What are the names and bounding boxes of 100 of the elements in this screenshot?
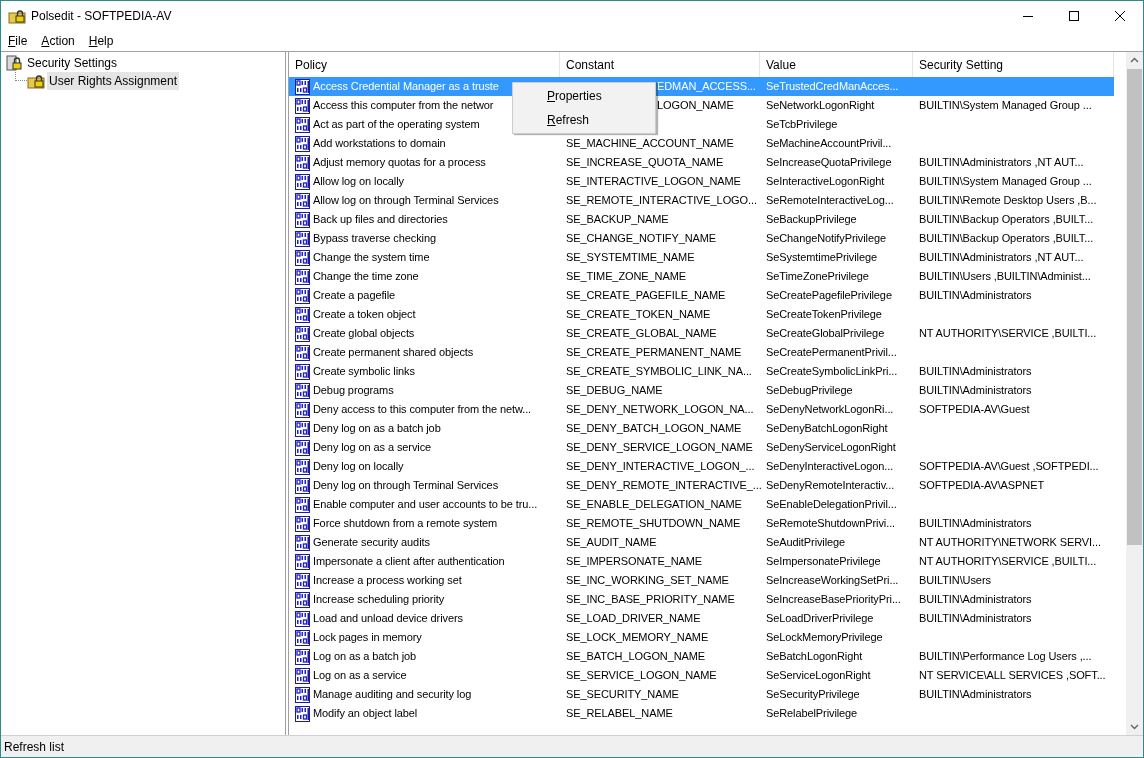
security-setting: BUILTIN\Administrators ,NT AUT...: [919, 156, 1084, 169]
policy-icon: [295, 382, 311, 399]
policy-name[interactable]: Create symbolic links: [313, 363, 415, 380]
security-setting: SOFTPEDIA-AV\Guest: [919, 403, 1030, 416]
policy-name[interactable]: Allow log on through Terminal Services: [313, 192, 499, 209]
privilege-value: SeIncreaseWorkingSetPri...: [766, 574, 899, 587]
privilege-value: SeIncreaseQuotaPrivilege: [766, 156, 892, 169]
constant-name: SE_INTERACTIVE_LOGON_NAME: [566, 175, 741, 188]
policy-name[interactable]: Access this computer from the networ: [313, 97, 494, 114]
security-setting: BUILTIN\Administrators: [919, 517, 1032, 530]
policy-name[interactable]: Log on as a service: [313, 667, 407, 684]
privilege-value: SeDenyBatchLogonRight: [766, 422, 888, 435]
policy-name[interactable]: Create a token object: [313, 306, 416, 323]
security-setting: NT SERVICE\ALL SERVICES ,SOFT...: [919, 669, 1106, 682]
policy-icon: [295, 477, 311, 494]
policy-icon: [295, 135, 311, 152]
privilege-value: SeChangeNotifyPrivilege: [766, 232, 886, 245]
privilege-value: SeDebugPrivilege: [766, 384, 853, 397]
policy-name[interactable]: Impersonate a client after authentication: [313, 553, 505, 570]
policy-icon: [295, 629, 311, 646]
constant-name: SE_DENY_BATCH_LOGON_NAME: [566, 422, 742, 435]
policy-icon: [295, 591, 311, 608]
policy-name[interactable]: Debug programs: [313, 382, 394, 399]
vertical-scrollbar[interactable]: [1126, 52, 1143, 735]
context-menu-item[interactable]: Properties: [513, 84, 655, 108]
constant-name: SE_DEBUG_NAME: [566, 384, 663, 397]
policy-name[interactable]: Enable computer and user accounts to be tru...: [313, 496, 538, 513]
policy-icon: [295, 97, 311, 114]
privilege-value: SeCreatePermanentPrivil...: [766, 346, 897, 359]
minimize-icon: [1023, 15, 1033, 17]
privilege-value: SeImpersonatePrivilege: [766, 555, 881, 568]
constant-name: SE_AUDIT_NAME: [566, 536, 657, 549]
constant-name: SE_CREATE_PAGEFILE_NAME: [566, 289, 726, 302]
constant-name: SE_REMOTE_SHUTDOWN_NAME: [566, 517, 741, 530]
app-lock-icon: [8, 8, 26, 24]
policy-name[interactable]: Generate security audits: [313, 534, 430, 551]
tree-item[interactable]: Security Settings: [5, 54, 285, 72]
security-setting: BUILTIN\Backup Operators ,BUILT...: [919, 213, 1094, 226]
menu-item[interactable]: File: [1, 31, 35, 51]
scrollbar-thumb[interactable]: [1127, 69, 1142, 545]
privilege-value: SeBatchLogonRight: [766, 650, 863, 663]
policy-name[interactable]: Change the system time: [313, 249, 430, 266]
security-setting: BUILTIN\Administrators: [919, 612, 1032, 625]
constant-name: SE_ENABLE_DELEGATION_NAME: [566, 498, 742, 511]
policy-name[interactable]: Deny log on as a service: [313, 439, 432, 456]
policy-name[interactable]: Create permanent shared objects: [313, 344, 474, 361]
menu-item[interactable]: Help: [81, 31, 121, 51]
security-setting: SOFTPEDIA-AV\ASPNET: [919, 479, 1045, 492]
policy-icon: [295, 534, 311, 551]
policy-name[interactable]: Increase a process working set: [313, 572, 462, 589]
policy-name[interactable]: Force shutdown from a remote system: [313, 515, 498, 532]
security-setting: NT AUTHORITY\NETWORK SERVI...: [919, 536, 1101, 549]
policy-name[interactable]: Bypass traverse checking: [313, 230, 436, 247]
constant-name: SE_SYSTEMTIME_NAME: [566, 251, 695, 264]
policy-name[interactable]: Allow log on locally: [313, 173, 404, 190]
security-setting: BUILTIN\System Managed Group ...: [919, 175, 1092, 188]
security-setting: NT AUTHORITY\SERVICE ,BUILTI...: [919, 327, 1097, 340]
privilege-value: SeServiceLogonRight: [766, 669, 871, 682]
policy-name[interactable]: Act as part of the operating system: [313, 116, 480, 133]
policy-name[interactable]: Back up files and directories: [313, 211, 448, 228]
security-setting: BUILTIN\Users: [919, 574, 991, 587]
privilege-value: SeDenyInteractiveLogon...: [766, 460, 894, 473]
constant-name: LOGON_NAME: [657, 99, 734, 112]
constant-name: SE_BATCH_LOGON_NAME: [566, 650, 706, 663]
policy-name[interactable]: Deny log on as a batch job: [313, 420, 441, 437]
policy-icon: [295, 420, 311, 437]
constant-name: SE_CREATE_TOKEN_NAME: [566, 308, 711, 321]
privilege-value: SeAuditPrivilege: [766, 536, 846, 549]
policy-name[interactable]: Create a pagefile: [313, 287, 396, 304]
privilege-value: SeLoadDriverPrivilege: [766, 612, 874, 625]
policy-name[interactable]: Increase scheduling priority: [313, 591, 445, 608]
tree-item[interactable]: User Rights Assignment: [47, 72, 180, 90]
policy-name[interactable]: Deny log on through Terminal Services: [313, 477, 499, 494]
security-setting: BUILTIN\Backup Operators ,BUILT...: [919, 232, 1094, 245]
context-menu-item[interactable]: Refresh: [513, 108, 655, 132]
privilege-value: SeRelabelPrivilege: [766, 707, 858, 720]
policy-icon: [295, 705, 311, 722]
policy-name[interactable]: Create global objects: [313, 325, 415, 342]
policy-icon: [295, 287, 311, 304]
policy-name[interactable]: Manage auditing and security log: [313, 686, 472, 703]
privilege-value: SeInteractiveLogonRight: [766, 175, 885, 188]
policy-name[interactable]: Change the time zone: [313, 268, 419, 285]
policy-name[interactable]: Adjust memory quotas for a process: [313, 154, 486, 171]
privilege-value: SeTcbPrivilege: [766, 118, 838, 131]
policy-name[interactable]: Deny log on locally: [313, 458, 404, 475]
policy-icon: [295, 496, 311, 513]
menu-item[interactable]: Action: [34, 31, 82, 51]
security-setting: BUILTIN\Users ,BUILTIN\Administ...: [919, 270, 1091, 283]
policy-icon: [295, 268, 311, 285]
policy-name[interactable]: Lock pages in memory: [313, 629, 422, 646]
policy-name[interactable]: Deny access to this computer from the netw...: [313, 401, 532, 418]
constant-name: SE_DENY_NETWORK_LOGON_NA...: [566, 403, 754, 416]
policy-icon: [295, 401, 311, 418]
policy-icon: [295, 572, 311, 589]
policy-icon: [295, 249, 311, 266]
policy-name[interactable]: Modify an object label: [313, 705, 418, 722]
policy-name[interactable]: Log on as a batch job: [313, 648, 417, 665]
policy-name[interactable]: Load and unload device drivers: [313, 610, 463, 627]
privilege-value: SeMachineAccountPrivil...: [766, 137, 892, 150]
policy-name[interactable]: Add workstations to domain: [313, 135, 446, 152]
